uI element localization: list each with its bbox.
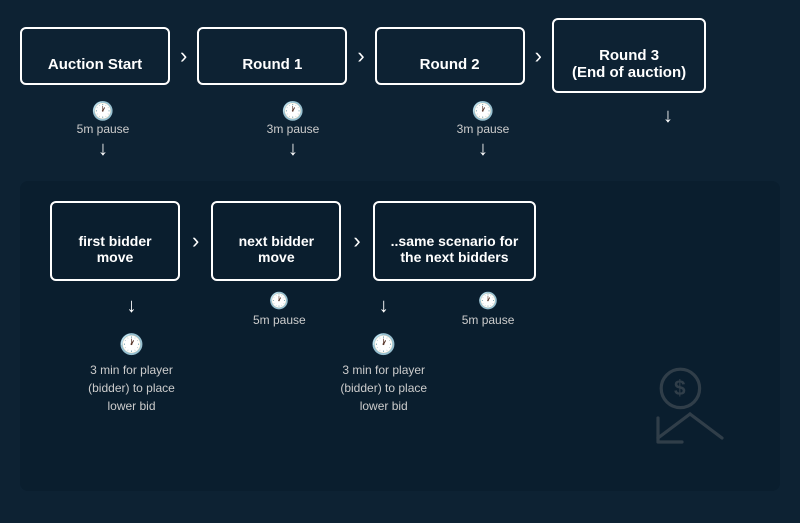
same-scenario-box: ..same scenario for the next bidders [373,201,537,281]
bottom-panel: first bidder move › next bidder move › .… [20,181,780,491]
clock-icon-1: 🕐 [92,101,114,122]
inner-down-arrow-2: ↓ [379,295,389,318]
inner-down-arrow-1: ↓ [127,295,137,318]
first-bidder-box: first bidder move [50,201,180,281]
next-bidder-box: next bidder move [211,201,341,281]
next-bidder-label: next bidder move [239,233,314,265]
round-2-box: Round 2 [375,27,525,85]
inner-clock-icon-1: 🕐 [119,332,144,357]
round-1-label: Round 1 [242,56,302,73]
same-scenario-label: ..same scenario for the next bidders [391,233,519,265]
auction-start-box: Auction Start [20,27,170,85]
arrow-right-1: › [180,43,187,69]
first-bidder-label: first bidder move [78,233,151,265]
inner-clock-pause-1: 🕐 [269,291,289,311]
dollar-chart-icon: $ [650,366,730,451]
clock-icon-3: 🕐 [472,101,494,122]
inner-clock-icon-2: 🕐 [371,332,396,357]
pause-label-1: 5m pause [77,122,130,136]
down-arrow-top-3: ↓ [478,138,488,161]
inner-arrow-2: › [353,228,360,254]
inner-pause-label-1: 5m pause [253,313,306,327]
inner-desc-left: 3 min for player (bidder) to place lower… [88,361,175,415]
svg-text:$: $ [674,377,686,400]
down-arrow-top-2: ↓ [288,138,298,161]
round-2-label: Round 2 [420,56,480,73]
pause-label-3: 3m pause [457,122,510,136]
inner-flow: first bidder move › next bidder move › .… [50,201,750,281]
inner-desc-right: 3 min for player (bidder) to place lower… [340,361,427,415]
round-3-box: Round 3 (End of auction) [552,18,706,93]
clock-icon-2: 🕐 [282,101,304,122]
round-1-box: Round 1 [197,27,347,85]
arrow-right-2: › [357,43,364,69]
arrow-right-3: › [535,43,542,69]
round-3-label: Round 3 (End of auction) [572,47,686,81]
down-arrow-top-right: ↓ [663,105,673,128]
inner-pause-label-2: 5m pause [462,313,515,327]
inner-arrow-1: › [192,228,199,254]
auction-start-label: Auction Start [48,56,142,73]
pause-label-2: 3m pause [267,122,320,136]
down-arrow-top-1: ↓ [98,138,108,161]
inner-clock-pause-2: 🕐 [478,291,498,311]
